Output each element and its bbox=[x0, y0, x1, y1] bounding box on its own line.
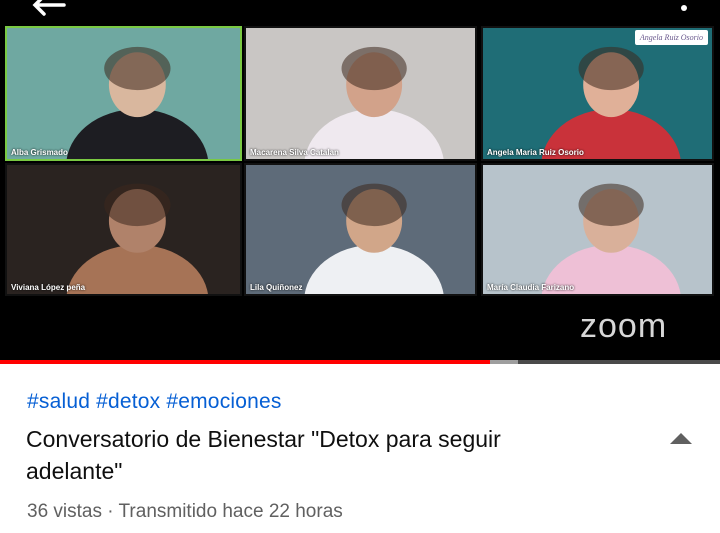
zoom-logo: zoom bbox=[580, 307, 668, 345]
video-meta: 36 vistas · Transmitido hace 22 horas bbox=[27, 501, 343, 522]
more-vertical-icon[interactable] bbox=[676, 0, 692, 20]
hashtag-list: #salud #detox #emociones bbox=[27, 390, 288, 414]
participant-video bbox=[541, 183, 681, 294]
video-player[interactable]: Alba Grismado Macarena Silva Catalan Angel… bbox=[0, 0, 720, 364]
watermark-label: Angela Ruiz Osorio bbox=[634, 30, 708, 45]
video-info-panel: #salud #detox #emociones Conversatorio de … bbox=[0, 364, 720, 533]
chevron-up-icon[interactable] bbox=[668, 430, 694, 446]
participant-video bbox=[541, 46, 681, 159]
hashtag-link[interactable]: #emociones bbox=[166, 390, 281, 413]
participant-tile[interactable]: María Claudia Farizano bbox=[481, 163, 714, 296]
hashtag-link[interactable]: #detox bbox=[96, 390, 160, 413]
participant-video bbox=[304, 183, 444, 294]
video-title[interactable]: Conversatorio de Bienestar "Detox para s… bbox=[26, 423, 586, 487]
participant-name: Macarena Silva Catalan bbox=[250, 148, 339, 157]
participant-name: Viviana López peña bbox=[11, 283, 86, 292]
participant-name: María Claudia Farizano bbox=[487, 283, 575, 292]
hashtag-link[interactable]: #salud bbox=[27, 390, 90, 413]
participant-video bbox=[66, 46, 208, 159]
participant-name: Alba Grismado bbox=[11, 148, 68, 157]
participant-video bbox=[304, 46, 444, 159]
participant-tile[interactable]: Viviana López peña bbox=[5, 163, 242, 296]
participant-tile[interactable]: Lila Quiñonez bbox=[244, 163, 477, 296]
arrow-left-icon[interactable] bbox=[28, 0, 68, 18]
participant-name: Angela Maria Ruiz Osorio bbox=[487, 148, 584, 157]
participant-name: Lila Quiñonez bbox=[250, 283, 303, 292]
participant-tile[interactable]: Alba Grismado bbox=[5, 26, 242, 161]
participant-video bbox=[66, 183, 208, 294]
participant-tile[interactable]: Macarena Silva Catalan bbox=[244, 26, 477, 161]
participant-tile[interactable]: Angela Ruiz Osorio Angela Maria Ruiz Osor… bbox=[481, 26, 714, 161]
